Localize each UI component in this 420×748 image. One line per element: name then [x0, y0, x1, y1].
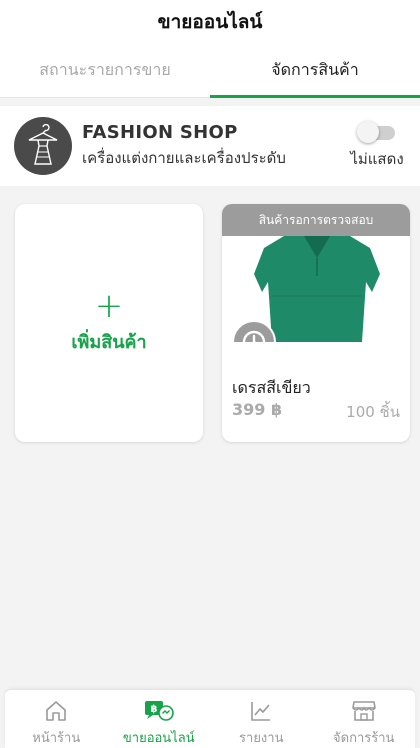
home-icon: [46, 701, 67, 721]
tab-bar: สถานะรายการขาย จัดการสินค้า: [0, 44, 420, 98]
online-sale-icon: ฿: [144, 701, 174, 721]
nav-label: จัดการร้าน: [333, 731, 395, 746]
visibility-toggle[interactable]: [357, 121, 397, 143]
tab-sales-status[interactable]: สถานะรายการขาย: [0, 44, 210, 97]
chart-icon: [251, 702, 271, 721]
nav-label: หน้าร้าน: [32, 731, 81, 746]
tab-label: สถานะรายการขาย: [39, 60, 171, 79]
dress-hanger-icon: [28, 124, 58, 165]
shop-info-bar: FASHION SHOP เครื่องแต่งกายและเครื่องประ…: [0, 106, 420, 186]
status-banner: สินค้ารอการตรวจสอบ: [222, 204, 410, 236]
product-price: 399 ฿: [232, 400, 283, 419]
shop-description: เครื่องแต่งกายและเครื่องประดับ: [82, 149, 286, 167]
nav-online-sales[interactable]: ฿ ขายออนไลน์: [108, 690, 211, 748]
product-name: เดรสสีเขียว: [232, 378, 311, 397]
nav-manage-store[interactable]: จัดการร้าน: [313, 690, 416, 748]
plus-icon: +: [94, 285, 124, 326]
nav-label: ขายออนไลน์: [122, 731, 195, 746]
tab-manage-products[interactable]: จัดการสินค้า: [210, 44, 420, 98]
product-image: [222, 236, 410, 342]
bottom-navigation: หน้าร้าน ฿ ขายออนไลน์ รายงาน จัดการร้าน: [5, 689, 415, 748]
tab-label: จัดการสินค้า: [271, 60, 359, 79]
product-card[interactable]: สินค้ารอการตรวจสอบ เดรสสีเขียว 399 ฿ 100…: [222, 204, 410, 442]
nav-storefront[interactable]: หน้าร้าน: [5, 690, 108, 748]
visibility-label: ไม่แสดง: [350, 150, 404, 168]
store-icon: [351, 701, 376, 721]
shop-name: FASHION SHOP: [82, 122, 238, 143]
product-stock: 100 ชิ้น: [346, 403, 400, 421]
add-product-label: เพิ่มสินค้า: [71, 331, 147, 353]
page-title: ขายออนไลน์: [157, 11, 263, 33]
nav-reports[interactable]: รายงาน: [210, 690, 313, 748]
svg-text:฿: ฿: [150, 704, 157, 715]
add-product-button[interactable]: + เพิ่มสินค้า: [15, 204, 203, 442]
shop-logo: [14, 117, 72, 175]
app-header: ขายออนไลน์: [0, 0, 420, 44]
nav-label: รายงาน: [239, 731, 284, 746]
